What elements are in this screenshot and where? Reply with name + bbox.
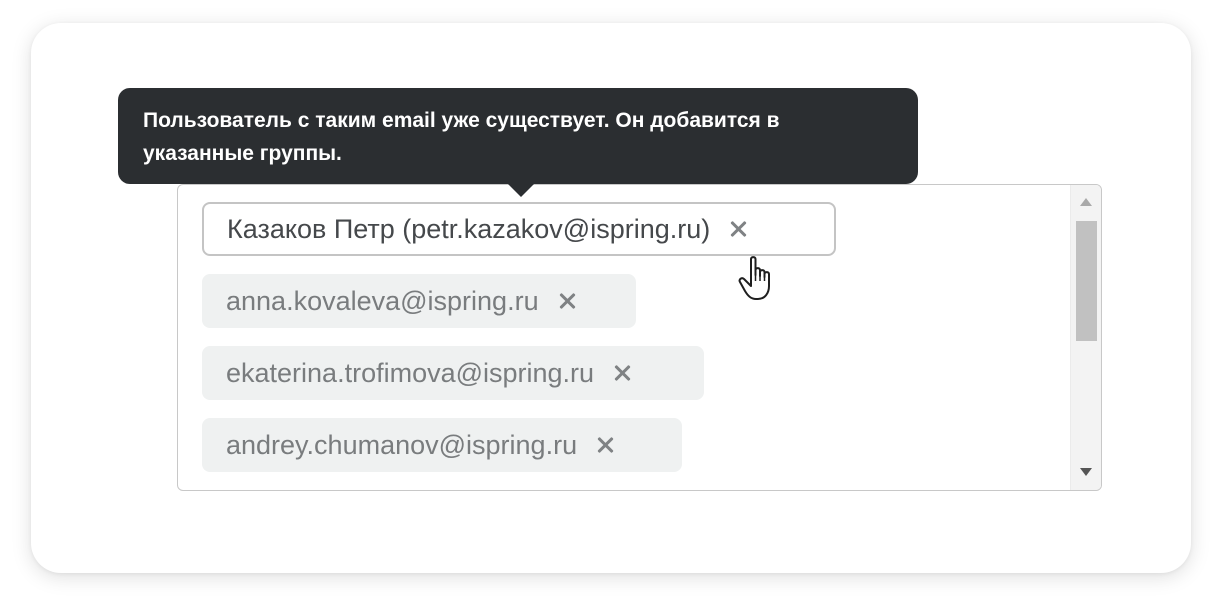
recipient-tag[interactable]: Казаков Петр (petr.kazakov@ispring.ru) [202,202,836,256]
recipient-tag[interactable]: anna.kovaleva@ispring.ru [202,274,636,328]
tooltip: Пользователь с таким email уже существуе… [118,88,918,197]
recipient-tag[interactable]: andrey.chumanov@ispring.ru [202,418,682,472]
scrollbar[interactable] [1070,185,1101,490]
recipient-tag-label: andrey.chumanov@ispring.ru [226,430,578,460]
recipient-tag-label: Казаков Петр (petr.kazakov@ispring.ru) [227,214,711,244]
close-icon[interactable] [612,363,632,383]
scrollbar-thumb[interactable] [1076,221,1097,341]
recipient-tag-label: anna.kovaleva@ispring.ru [226,286,539,316]
tooltip-arrow [507,183,535,197]
recipients-input[interactable]: Казаков Петр (petr.kazakov@ispring.ru) a… [177,184,1102,491]
recipient-tag[interactable]: ekaterina.trofimova@ispring.ru [202,346,704,400]
close-icon[interactable] [595,435,615,455]
recipient-tag-label: ekaterina.trofimova@ispring.ru [226,358,595,388]
arrow-up-icon[interactable] [1080,198,1092,206]
close-icon[interactable] [557,291,577,311]
arrow-down-icon[interactable] [1080,468,1092,476]
close-icon[interactable] [728,219,748,239]
hand-pointer-cursor [738,256,770,300]
tooltip-text: Пользователь с таким email уже существуе… [143,109,780,165]
